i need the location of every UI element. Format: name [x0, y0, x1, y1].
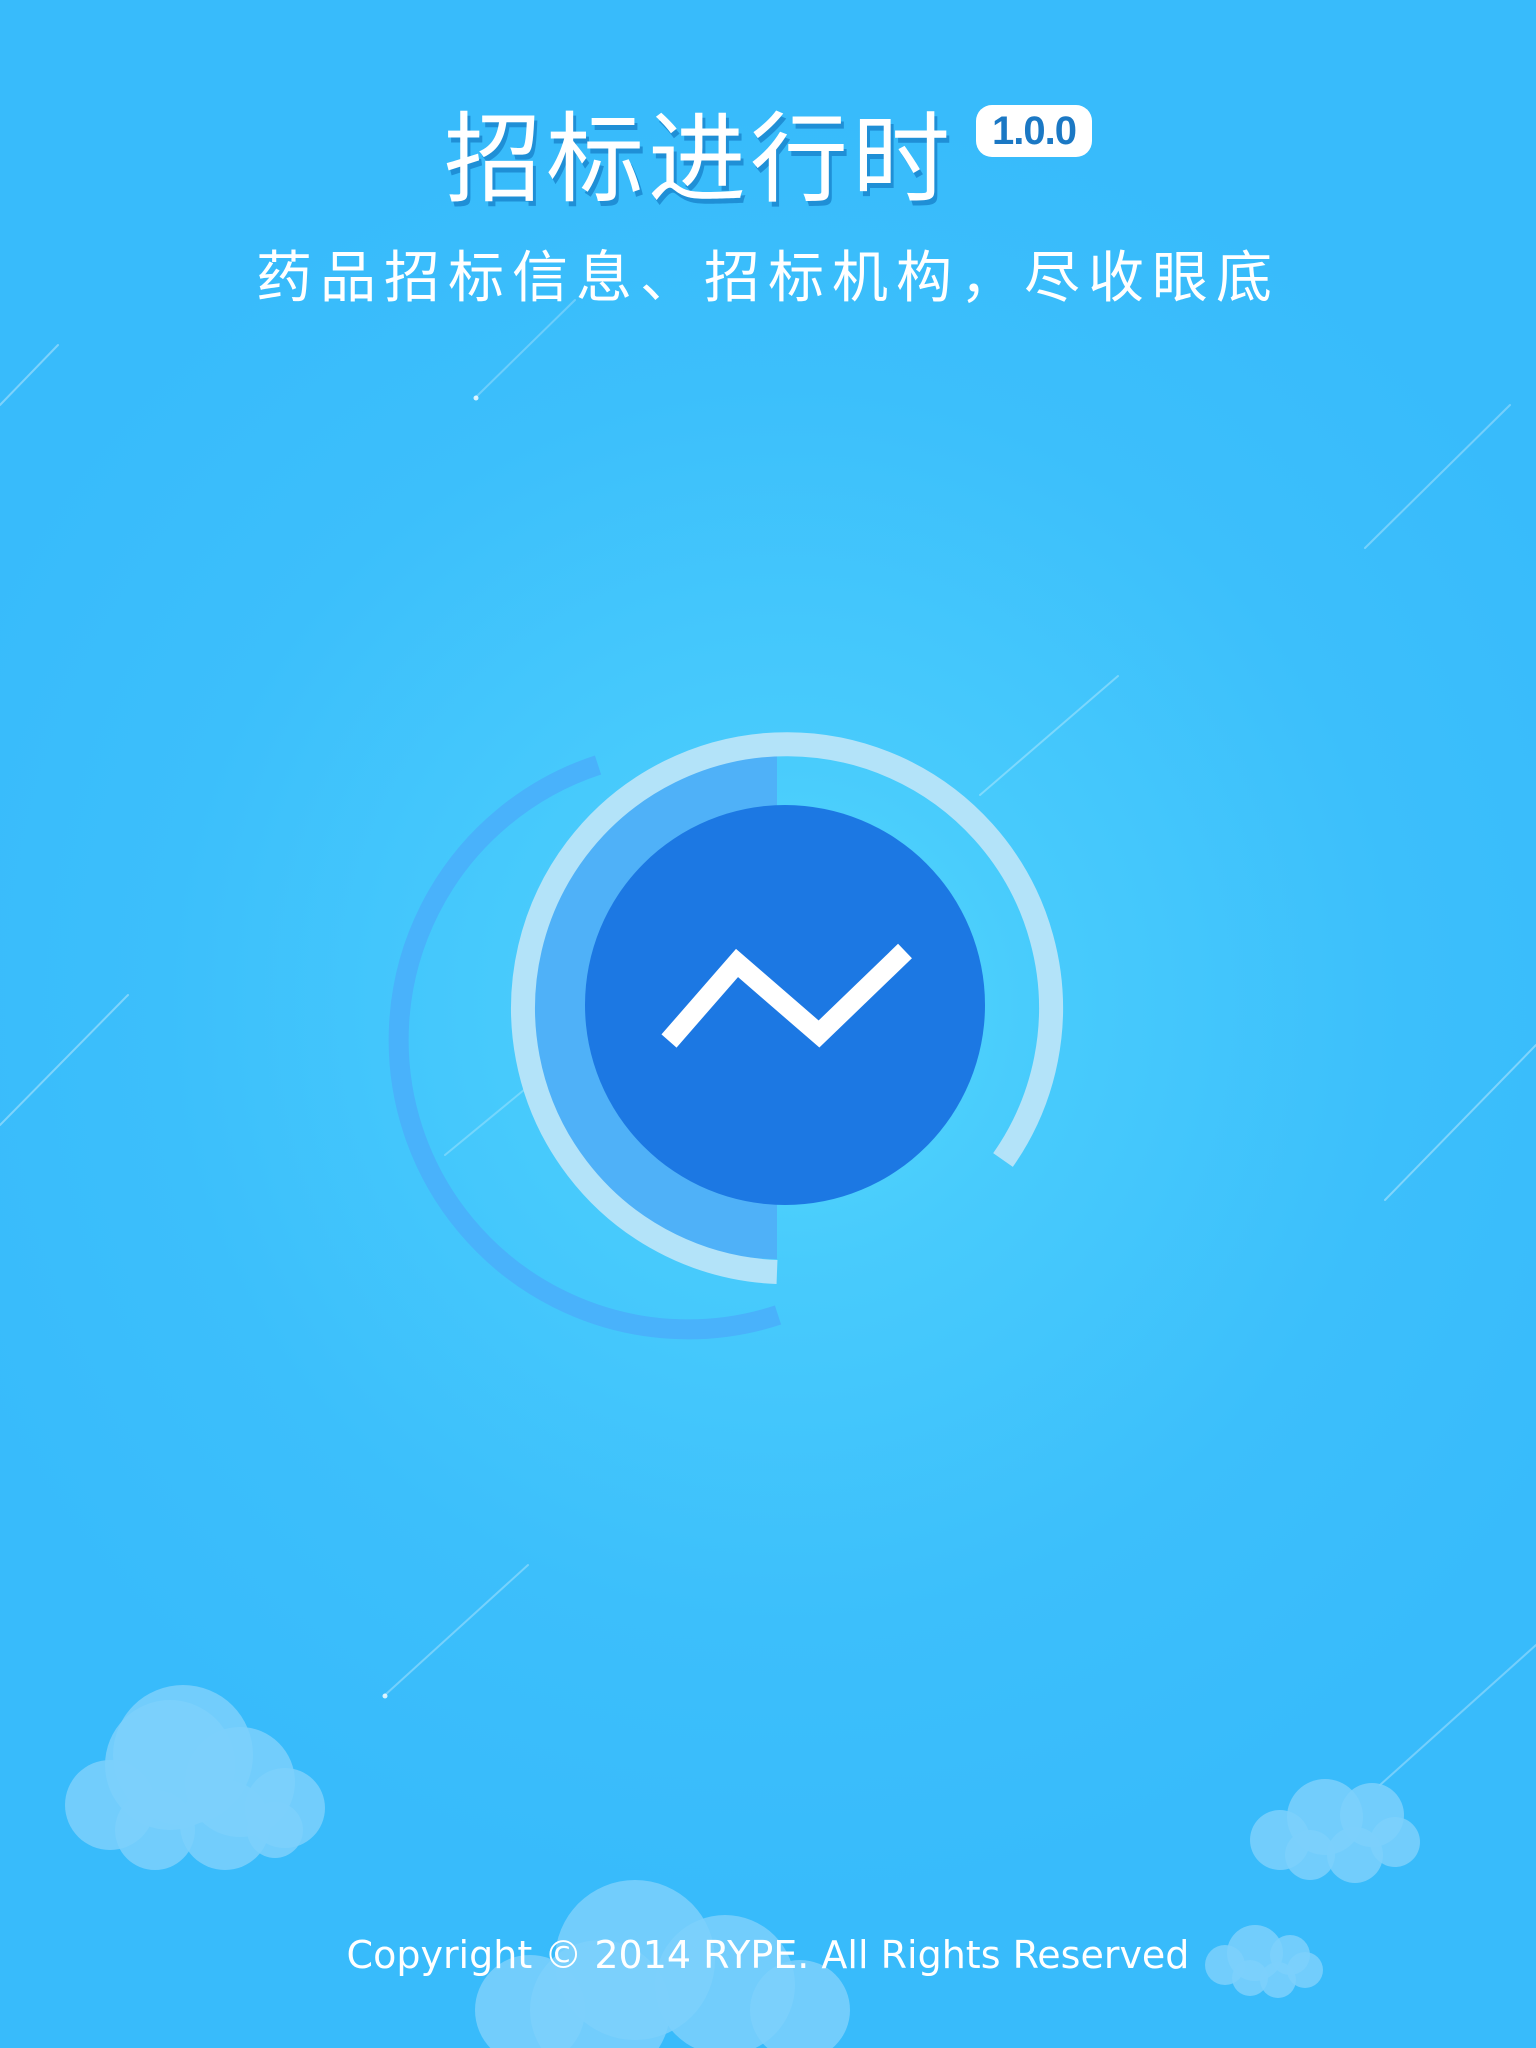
version-badge: 1.0.0: [976, 105, 1092, 157]
app-title: 招标进行时 1.0.0: [0, 95, 1536, 225]
app-name: 招标进行时: [444, 103, 955, 217]
copyright-text: Copyright © 2014 RYPE. All Rights Reserv…: [346, 1933, 1190, 1977]
tagline: 药品招标信息、招标机构，尽收眼底: [256, 246, 1280, 311]
